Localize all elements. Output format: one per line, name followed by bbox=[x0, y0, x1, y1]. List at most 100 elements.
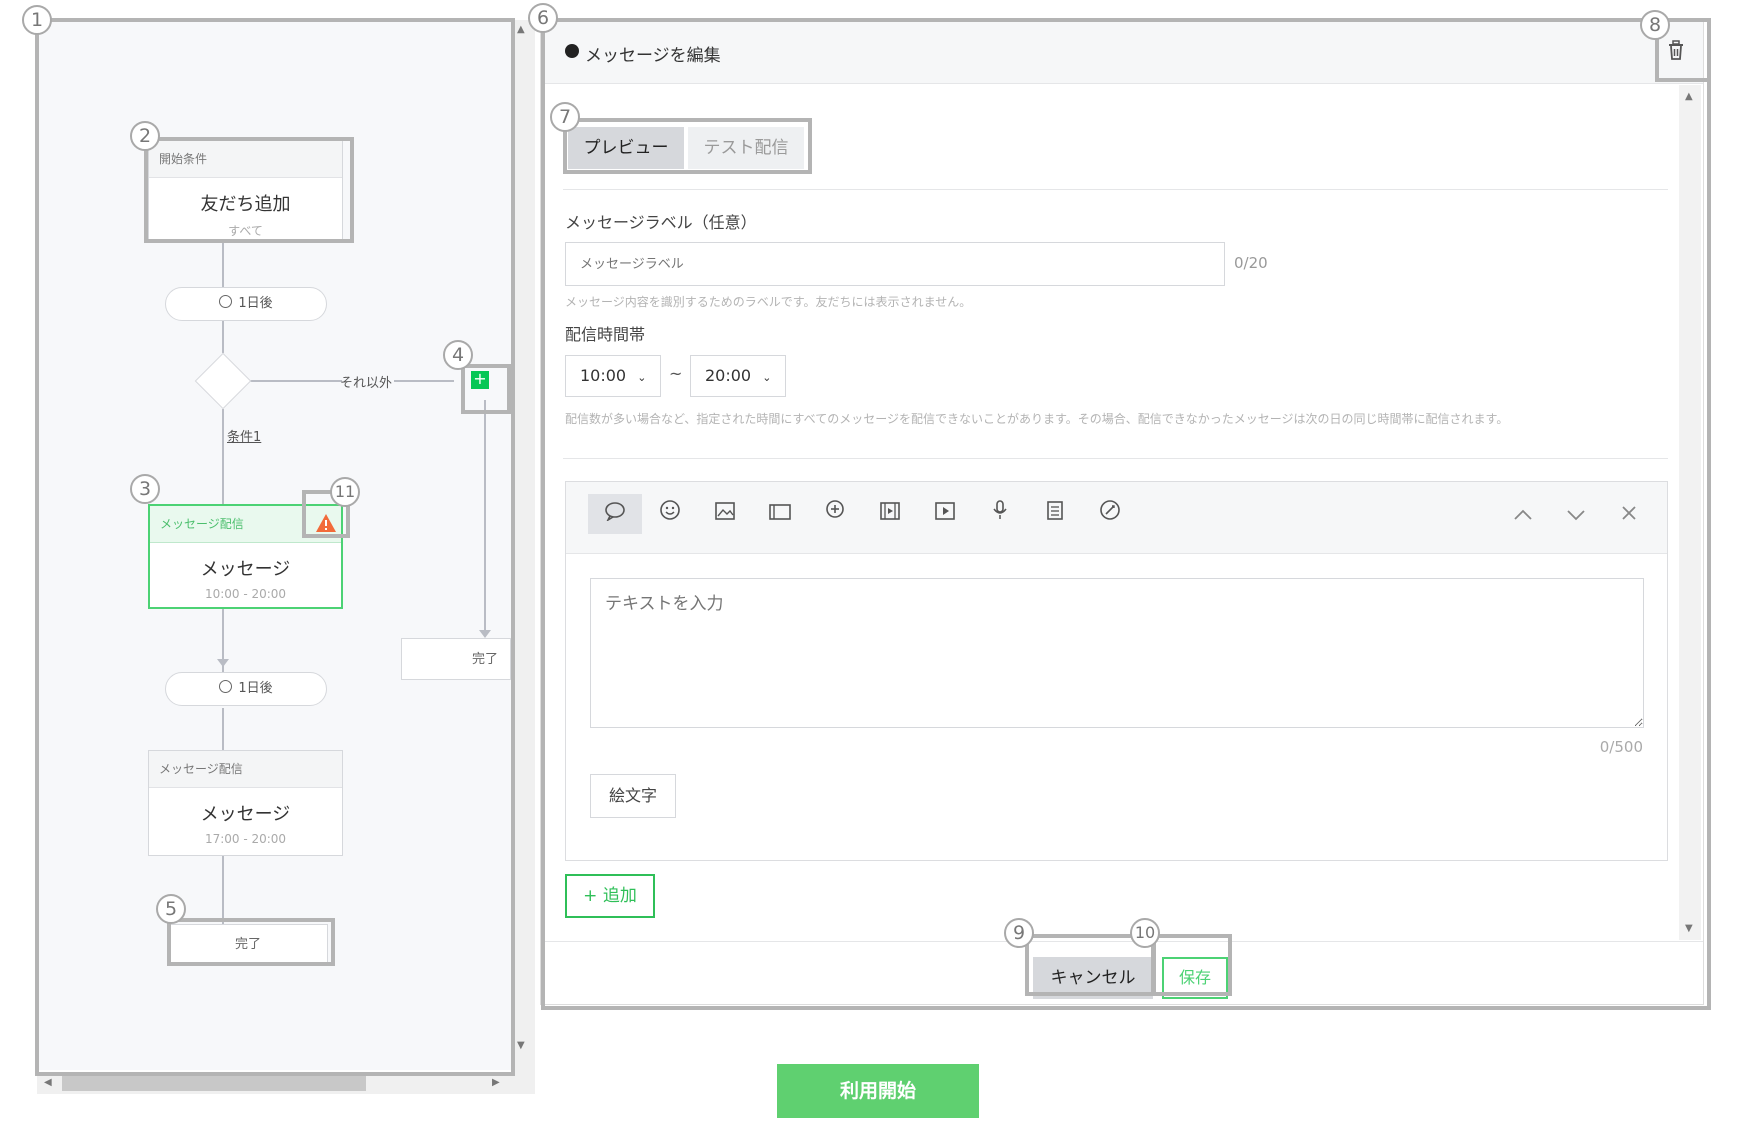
message-editor: 0/500 絵文字 bbox=[565, 481, 1668, 861]
move-down-icon[interactable] bbox=[1549, 494, 1603, 534]
annotation-number: 1 bbox=[22, 5, 52, 35]
annotation-number: 5 bbox=[156, 894, 186, 924]
scroll-down-icon[interactable]: ▼ bbox=[1685, 923, 1693, 934]
message-label-input[interactable] bbox=[565, 242, 1225, 286]
flow-canvas[interactable]: 開始条件 友だち追加 すべて 1日後 それ以外 条件1 + メッセージ配信 メッ… bbox=[37, 20, 511, 1070]
chevron-down-icon: ⌄ bbox=[637, 371, 647, 384]
end-node-right[interactable]: 完了 bbox=[401, 638, 511, 680]
text-counter: 0/500 bbox=[1599, 738, 1643, 756]
start-use-button[interactable]: 利用開始 bbox=[777, 1064, 979, 1118]
scroll-up-icon[interactable]: ▲ bbox=[517, 24, 525, 35]
edit-message-panel: メッセージを編集 ▲ ▼ プレビュー テスト配信 メッセージラベル（任意） 0/… bbox=[540, 20, 1704, 1005]
annotation-number: 11 bbox=[330, 477, 360, 507]
delivery-end-select[interactable]: 20:00 ⌄ bbox=[690, 355, 786, 397]
node-time: 17:00 - 20:00 bbox=[204, 832, 287, 846]
image-icon[interactable] bbox=[698, 494, 752, 534]
panel-scrollbar[interactable] bbox=[1679, 85, 1701, 940]
clock-icon bbox=[219, 680, 233, 693]
microphone-icon[interactable] bbox=[973, 494, 1027, 534]
connector bbox=[394, 380, 454, 382]
annotation-number: 10 bbox=[1130, 918, 1160, 948]
video-icon[interactable] bbox=[918, 494, 972, 534]
clock-icon bbox=[219, 295, 233, 308]
annotation-number: 2 bbox=[130, 121, 160, 151]
move-up-icon[interactable] bbox=[1496, 494, 1550, 534]
survey-icon[interactable] bbox=[1083, 494, 1137, 534]
message-text-input[interactable] bbox=[590, 578, 1644, 728]
connector bbox=[222, 321, 224, 353]
node-header: メッセージ配信 bbox=[149, 751, 342, 788]
scroll-left-icon[interactable]: ◀ bbox=[44, 1077, 52, 1088]
close-icon[interactable] bbox=[1602, 494, 1656, 534]
trash-icon[interactable] bbox=[1666, 39, 1686, 61]
node-subtitle: すべて bbox=[228, 224, 263, 238]
connector bbox=[222, 708, 224, 750]
label-counter: 0/20 bbox=[1234, 254, 1268, 272]
delivery-help-text: 配信数が多い場合など、指定された時間にすべてのメッセージを配信できないことがあり… bbox=[565, 412, 1509, 426]
branch-diamond[interactable] bbox=[194, 352, 252, 410]
node-header: 開始条件 bbox=[149, 141, 342, 178]
panel-title: メッセージを編集 bbox=[585, 46, 721, 66]
panel-header: メッセージを編集 bbox=[541, 21, 1703, 84]
scroll-down-icon[interactable]: ▼ bbox=[517, 1040, 525, 1051]
message-node-2[interactable]: メッセージ配信 メッセージ 17:00 - 20:00 bbox=[148, 750, 343, 856]
save-button[interactable]: 保存 bbox=[1162, 957, 1228, 999]
wait-pill-1[interactable]: 1日後 bbox=[165, 287, 327, 321]
annotation-number: 9 bbox=[1004, 918, 1034, 948]
arrow-head bbox=[217, 659, 229, 667]
tab-test-delivery[interactable]: テスト配信 bbox=[688, 127, 804, 169]
tab-preview[interactable]: プレビュー bbox=[568, 127, 684, 169]
end-node-bottom[interactable]: 完了 bbox=[168, 924, 328, 966]
node-title: 友だち追加 bbox=[200, 194, 291, 215]
connector bbox=[484, 400, 486, 630]
annotation-number: 4 bbox=[443, 340, 473, 370]
rich-message-icon[interactable] bbox=[808, 494, 862, 534]
annotation-number: 7 bbox=[550, 102, 580, 132]
message-node-1[interactable]: メッセージ配信 メッセージ 10:00 - 20:00 bbox=[148, 504, 343, 609]
wait-label: 1日後 bbox=[238, 681, 273, 696]
node-title: メッセージ bbox=[200, 804, 291, 825]
start-time-value: 10:00 bbox=[580, 366, 627, 385]
start-condition-node[interactable]: 開始条件 友だち追加 すべて bbox=[148, 140, 343, 240]
footer-divider bbox=[541, 941, 1703, 942]
label-help-text: メッセージ内容を識別するためのラベルです。友だちには表示されません。 bbox=[565, 295, 972, 309]
coupon-icon[interactable] bbox=[1028, 494, 1082, 534]
horizontal-scroll-thumb[interactable] bbox=[62, 1075, 366, 1091]
branch-condition-label[interactable]: 条件1 bbox=[227, 426, 261, 445]
node-header: メッセージ配信 bbox=[150, 506, 341, 543]
wait-pill-2[interactable]: 1日後 bbox=[165, 672, 327, 706]
annotation-number: 6 bbox=[528, 3, 558, 33]
arrow-head bbox=[479, 630, 491, 638]
speech-bubble-icon[interactable] bbox=[588, 494, 642, 534]
chevron-down-icon: ⌄ bbox=[762, 371, 772, 384]
delivery-start-select[interactable]: 10:00 ⌄ bbox=[565, 355, 661, 397]
bullet-icon bbox=[565, 44, 579, 58]
connector bbox=[222, 856, 224, 924]
message-label-heading: メッセージラベル（任意） bbox=[565, 213, 757, 232]
delivery-time-heading: 配信時間帯 bbox=[565, 325, 646, 344]
add-message-button[interactable]: + 追加 bbox=[565, 874, 655, 918]
add-branch-button[interactable]: + bbox=[471, 371, 489, 389]
time-range-separator: ~ bbox=[669, 364, 683, 383]
rich-video-icon[interactable] bbox=[863, 494, 917, 534]
smiley-icon[interactable] bbox=[643, 494, 697, 534]
flow-vertical-scrollbar[interactable] bbox=[511, 20, 535, 1072]
end-time-value: 20:00 bbox=[705, 366, 752, 385]
scroll-right-icon[interactable]: ▶ bbox=[492, 1077, 500, 1088]
warning-icon[interactable] bbox=[315, 513, 337, 533]
node-time: 10:00 - 20:00 bbox=[204, 587, 287, 601]
node-title: メッセージ bbox=[200, 559, 291, 580]
divider bbox=[563, 458, 1668, 459]
connector bbox=[222, 409, 224, 504]
branch-else-label: それ以外 bbox=[340, 376, 393, 391]
divider bbox=[563, 189, 1668, 190]
scroll-up-icon[interactable]: ▲ bbox=[1685, 91, 1693, 102]
cancel-button[interactable]: キャンセル bbox=[1033, 957, 1153, 999]
connector bbox=[250, 380, 342, 382]
annotation-number: 8 bbox=[1640, 10, 1670, 40]
card-message-icon[interactable] bbox=[753, 494, 807, 534]
annotation-number: 3 bbox=[130, 474, 160, 504]
emoji-button[interactable]: 絵文字 bbox=[590, 774, 676, 818]
wait-label: 1日後 bbox=[238, 296, 273, 311]
editor-toolbar bbox=[566, 482, 1667, 554]
